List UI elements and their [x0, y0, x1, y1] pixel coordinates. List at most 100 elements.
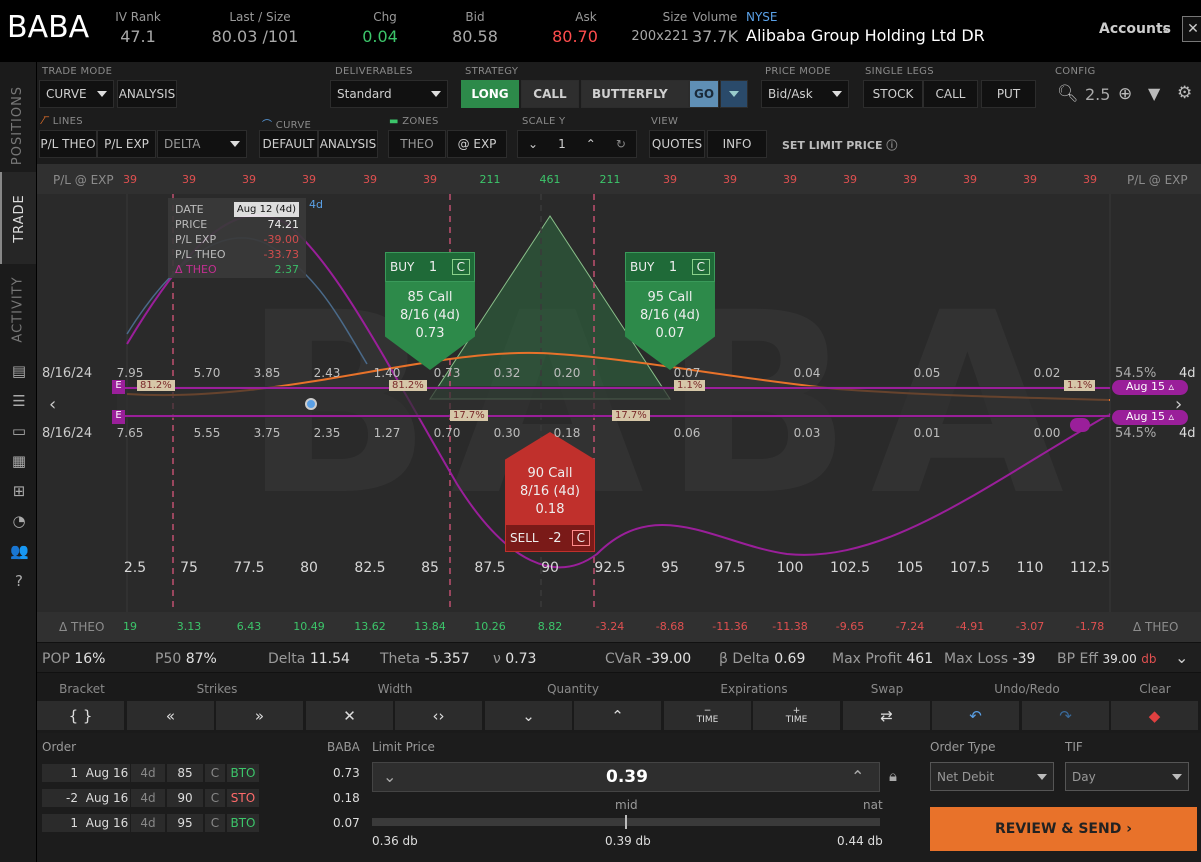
- leg-strike[interactable]: 85: [167, 764, 203, 782]
- price-slider-thumb[interactable]: [625, 815, 627, 829]
- gauge-icon[interactable]: ◔: [10, 512, 28, 530]
- leg-expiration[interactable]: Aug 16: [84, 789, 130, 807]
- tif-select[interactable]: Day: [1065, 762, 1189, 791]
- strike-label[interactable]: 110: [1005, 560, 1055, 576]
- leg-dte[interactable]: 4d: [131, 764, 165, 782]
- undo-button[interactable]: ↶: [932, 701, 1020, 730]
- strike-label[interactable]: 77.5: [224, 560, 274, 576]
- strike-label[interactable]: 105: [885, 560, 935, 576]
- stock-leg-button[interactable]: STOCK: [863, 80, 923, 108]
- help-icon[interactable]: ?: [10, 572, 28, 590]
- leg-action[interactable]: BTO: [227, 814, 259, 832]
- expiration-later-button[interactable]: + TIME: [753, 701, 841, 730]
- call-leg-button[interactable]: CALL: [923, 80, 978, 108]
- scroll-right-icon[interactable]: ›: [1175, 394, 1182, 415]
- scroll-left-icon[interactable]: ‹: [49, 394, 56, 415]
- grid-icon[interactable]: ⊞: [10, 482, 28, 500]
- people-icon[interactable]: 👥: [10, 542, 29, 560]
- order-type-select[interactable]: Net Debit: [930, 762, 1054, 791]
- zoom-out-icon[interactable]: 🔍︎: [1057, 84, 1079, 104]
- strike-label[interactable]: 100: [765, 560, 815, 576]
- risk-profile-chart[interactable]: P/L @ EXP P/L @ EXP Δ THEO Δ THEO BABA 8…: [37, 164, 1201, 642]
- tab-positions[interactable]: POSITIONS: [0, 80, 36, 170]
- delta-select[interactable]: DELTA: [157, 130, 247, 158]
- chevron-down-icon[interactable]: ⌄: [1175, 648, 1188, 667]
- leg-action[interactable]: STO: [227, 789, 259, 807]
- quantity-down-button[interactable]: ⌄: [485, 701, 573, 730]
- chevron-up-icon[interactable]: ⌃: [851, 767, 864, 786]
- leg-quantity[interactable]: 1: [42, 814, 84, 832]
- quotes-button[interactable]: QUOTES: [649, 130, 705, 158]
- strike-label[interactable]: 75: [164, 560, 214, 576]
- strike-label[interactable]: 112.5: [1065, 560, 1115, 576]
- leg-strike[interactable]: 90: [167, 789, 203, 807]
- width-wide-button[interactable]: ‹›: [395, 701, 483, 730]
- tv-icon[interactable]: ▭: [10, 422, 28, 440]
- long-button[interactable]: LONG: [461, 80, 519, 108]
- leg-type[interactable]: C: [205, 789, 225, 807]
- zoom-in-icon[interactable]: ⊕: [1118, 84, 1132, 104]
- exp-zone-button[interactable]: @ EXP: [447, 130, 507, 158]
- gear-icon[interactable]: ⚙: [1177, 83, 1192, 103]
- bracket-button[interactable]: { }: [37, 701, 125, 730]
- leg-dte[interactable]: 4d: [131, 789, 165, 807]
- strikes-right-button[interactable]: »: [216, 701, 304, 730]
- go-button[interactable]: GO: [689, 80, 719, 108]
- scale-y-stepper[interactable]: ⌄ 1 ⌃ ↻: [517, 130, 637, 158]
- list-icon[interactable]: ☰: [10, 392, 28, 410]
- expiry-marker-top[interactable]: E: [112, 380, 125, 394]
- leg-dte[interactable]: 4d: [131, 814, 165, 832]
- review-send-button[interactable]: REVIEW & SEND ›: [930, 807, 1197, 851]
- leg-expiration[interactable]: Aug 16: [84, 764, 130, 782]
- chevron-up-icon[interactable]: ⌃: [586, 137, 596, 151]
- set-limit-price-link[interactable]: SET LIMIT PRICE ⓘ: [782, 137, 897, 153]
- filter-icon[interactable]: ▼: [1148, 84, 1160, 103]
- default-curve-button[interactable]: DEFAULT: [259, 130, 318, 158]
- leg-quantity[interactable]: 1: [42, 764, 84, 782]
- chart-icon[interactable]: ▦: [10, 452, 28, 470]
- leg-expiration[interactable]: Aug 16: [84, 814, 130, 832]
- leg-card-sell-90[interactable]: 90 Call 8/16 (4d) 0.18 SELL -2 C: [505, 432, 595, 552]
- leg-strike[interactable]: 95: [167, 814, 203, 832]
- symbol-title[interactable]: BABA: [7, 10, 89, 45]
- strikes-left-button[interactable]: «: [127, 701, 215, 730]
- tab-trade[interactable]: TRADE: [0, 172, 36, 264]
- width-narrow-button[interactable]: ✕: [306, 701, 394, 730]
- price-slider[interactable]: [372, 815, 880, 829]
- leg-quantity[interactable]: -2: [42, 789, 84, 807]
- strike-label[interactable]: 107.5: [945, 560, 995, 576]
- leg-type[interactable]: C: [205, 764, 225, 782]
- analysis-button[interactable]: ANALYSIS: [117, 80, 177, 108]
- current-price-marker[interactable]: [305, 398, 317, 410]
- refresh-icon[interactable]: ↻: [616, 137, 626, 151]
- butterfly-button[interactable]: BUTTERFLY: [581, 80, 689, 108]
- analysis-curve-button[interactable]: ANALYSIS: [318, 130, 378, 158]
- strike-label[interactable]: 87.5: [465, 560, 515, 576]
- strike-label[interactable]: 2.5: [110, 560, 160, 576]
- limit-price-value[interactable]: 0.39: [373, 767, 881, 787]
- delta-handle[interactable]: [1070, 418, 1090, 432]
- limit-price-input[interactable]: ⌄ 0.39 ⌃: [372, 762, 880, 792]
- tab-activity[interactable]: ACTIVITY: [0, 266, 36, 352]
- chevron-down-icon[interactable]: ⌄: [528, 137, 538, 151]
- eraser-icon[interactable]: ◆: [1111, 701, 1199, 730]
- leg-action[interactable]: BTO: [227, 764, 259, 782]
- deliverables-select[interactable]: Standard: [330, 80, 448, 108]
- put-leg-button[interactable]: PUT: [981, 80, 1036, 108]
- leg-type[interactable]: C: [205, 814, 225, 832]
- strike-label[interactable]: 90: [525, 560, 575, 576]
- strike-label[interactable]: 80: [284, 560, 334, 576]
- expiration-earlier-button[interactable]: − TIME: [664, 701, 752, 730]
- expiry-marker-bottom[interactable]: E: [112, 410, 125, 424]
- pl-theo-button[interactable]: P/L THEO: [39, 130, 97, 158]
- price-mode-select[interactable]: Bid/Ask: [761, 80, 849, 108]
- strike-label[interactable]: 95: [645, 560, 695, 576]
- swap-button[interactable]: ⇄: [843, 701, 931, 730]
- lock-icon[interactable]: 🔒︎: [889, 767, 897, 785]
- trade-mode-select[interactable]: CURVE: [39, 80, 114, 108]
- theo-zone-button[interactable]: THEO: [388, 130, 446, 158]
- strike-label[interactable]: 92.5: [585, 560, 635, 576]
- chevron-down-icon[interactable]: ⌄: [1160, 20, 1172, 36]
- info-button[interactable]: INFO: [707, 130, 767, 158]
- strike-label[interactable]: 97.5: [705, 560, 755, 576]
